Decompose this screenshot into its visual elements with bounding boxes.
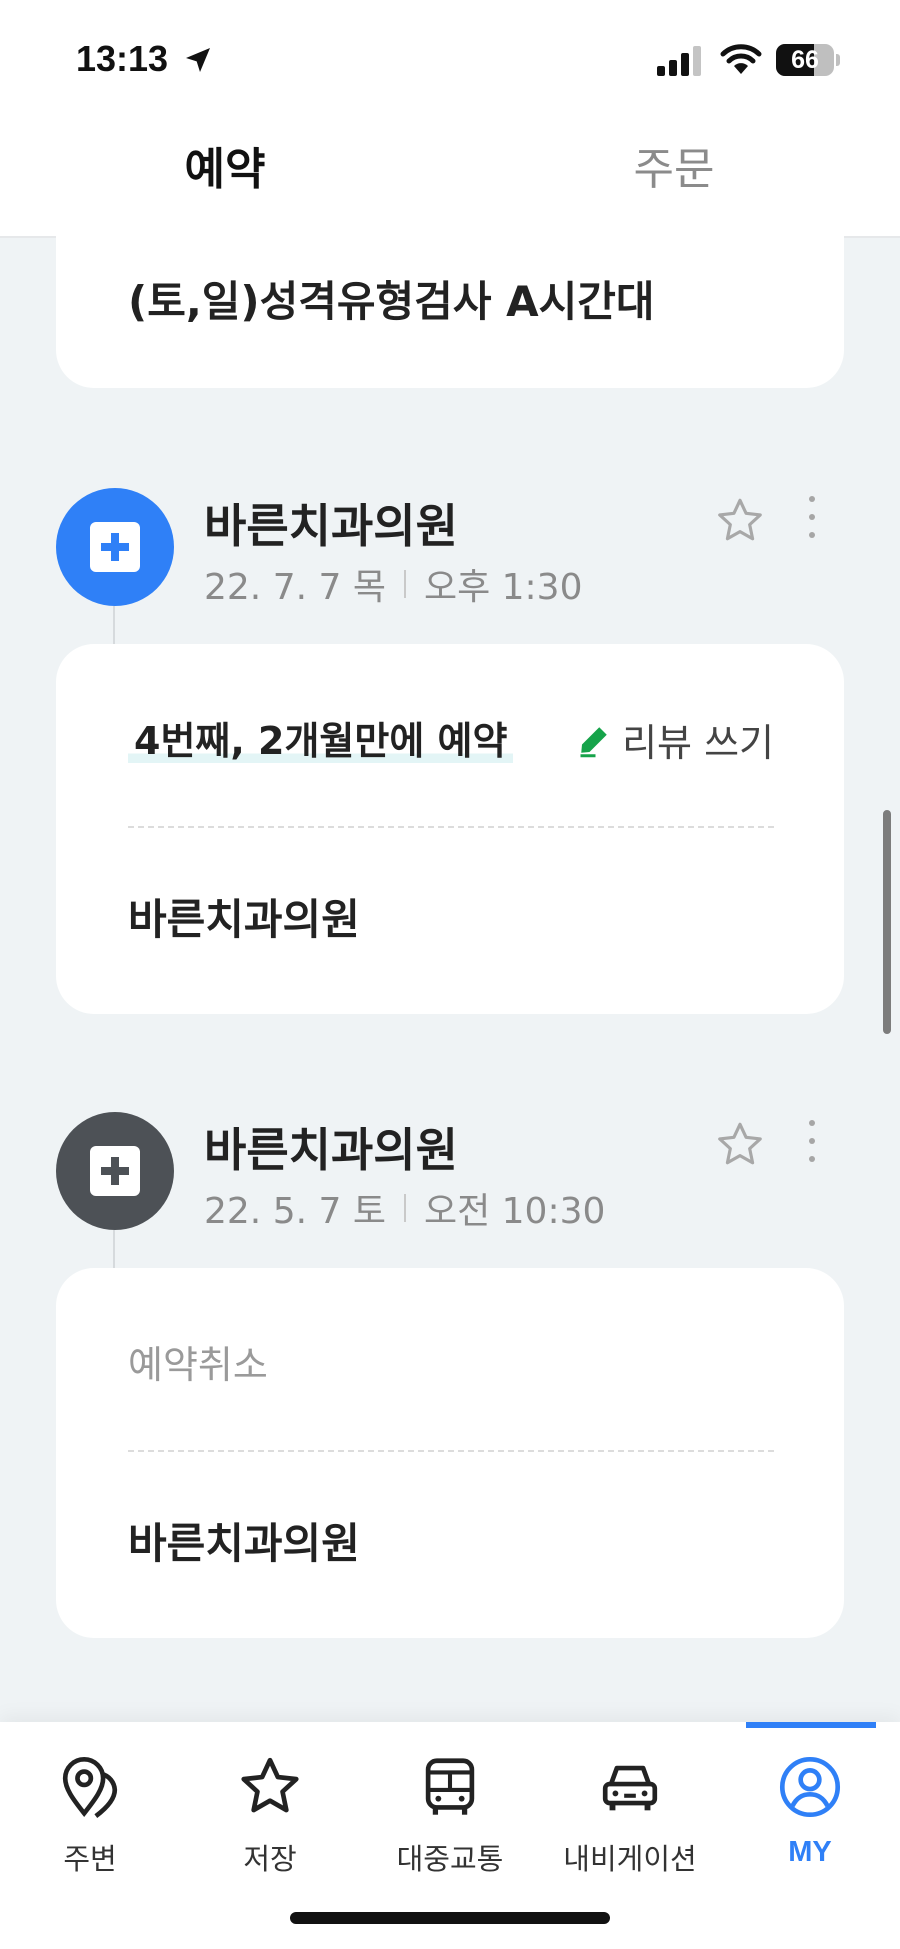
nav-item-navigation[interactable]: 내비게이션 [540, 1752, 720, 1878]
scrollbar[interactable] [883, 810, 891, 1034]
battery-indicator: 66 [776, 44, 834, 76]
place-name[interactable]: 바른치과의원 [204, 1114, 458, 1180]
star-icon[interactable] [713, 1118, 767, 1172]
reservation-card[interactable]: 4번째, 2개월만에 예약 리뷰 쓰기 바른치과의원 [56, 644, 844, 1014]
nav-item-my[interactable]: MY [720, 1752, 900, 1869]
nav-label: 주변 [63, 1842, 117, 1876]
nav-label: MY [788, 1836, 832, 1868]
reservation-count-label: 4번째, 2개월만에 예약 [128, 719, 514, 763]
reservation-status: 예약취소 [128, 1343, 268, 1387]
location-pin-icon [62, 1757, 118, 1819]
reservation-card[interactable]: 예약취소 바른치과의원 [56, 1268, 844, 1638]
hospital-icon [56, 488, 174, 606]
divider [128, 1450, 774, 1452]
reservation-header: 바른치과의원 22. 7. 7 목 오후 1:30 [56, 488, 844, 646]
battery-level: 66 [791, 46, 819, 74]
timeline-connector [113, 1230, 115, 1270]
place-name[interactable]: 바른치과의원 [204, 490, 458, 556]
bottom-navigation: 주변 저장 대중교통 내비게이션 MY [0, 1722, 900, 1949]
battery-cap [836, 54, 840, 66]
nav-item-nearby[interactable]: 주변 [0, 1752, 180, 1878]
separator [403, 570, 406, 598]
nav-item-transit[interactable]: 대중교통 [360, 1752, 540, 1878]
medical-cross-icon [90, 1146, 140, 1196]
pencil-icon [580, 726, 607, 757]
nav-active-indicator [746, 1722, 876, 1728]
reservation-datetime: 22. 5. 7 토 오전 10:30 [204, 1182, 605, 1234]
place-name: 바른치과의원 [128, 1519, 360, 1568]
reservation-date: 22. 7. 7 목 [204, 567, 386, 608]
reservation-time: 오후 1:30 [423, 567, 583, 608]
more-options-icon[interactable] [802, 1120, 822, 1170]
separator [403, 1194, 406, 1222]
write-review-button[interactable]: 리뷰 쓰기 [576, 712, 774, 767]
medical-cross-icon [90, 522, 140, 572]
more-options-icon[interactable] [802, 496, 822, 546]
reservation-header: 바른치과의원 22. 5. 7 토 오전 10:30 [56, 1112, 844, 1270]
reservation-time: 오전 10:30 [423, 1191, 606, 1232]
place-name: 바른치과의원 [128, 895, 360, 944]
nav-label: 대중교통 [396, 1842, 504, 1876]
reservation-title: (토,일)성격유형검사 A시간대 [128, 277, 655, 326]
hospital-icon [56, 1112, 174, 1230]
home-indicator[interactable] [290, 1912, 610, 1924]
nav-label: 저장 [243, 1842, 297, 1876]
reservation-datetime: 22. 7. 7 목 오후 1:30 [204, 558, 583, 610]
star-icon[interactable] [713, 494, 767, 548]
star-icon [241, 1757, 299, 1813]
status-time: 13:13 [76, 38, 169, 79]
divider [128, 826, 774, 828]
review-label: 리뷰 쓰기 [622, 721, 774, 765]
timeline-connector [113, 606, 115, 646]
user-circle-icon [779, 1756, 841, 1818]
location-arrow-icon [186, 48, 210, 72]
cellular-signal-icon [657, 46, 701, 76]
nav-item-saved[interactable]: 저장 [180, 1752, 360, 1878]
reservation-date: 22. 5. 7 토 [204, 1191, 386, 1232]
nav-label: 내비게이션 [563, 1842, 697, 1876]
car-icon [602, 1765, 658, 1811]
bus-icon [425, 1758, 475, 1815]
status-bar: 13:13 66 [0, 0, 900, 118]
reservation-status: 4번째, 2개월만에 예약 [128, 710, 514, 765]
reservation-card-top[interactable]: (토,일)성격유형검사 A시간대 [56, 200, 844, 388]
wifi-icon [720, 44, 762, 74]
